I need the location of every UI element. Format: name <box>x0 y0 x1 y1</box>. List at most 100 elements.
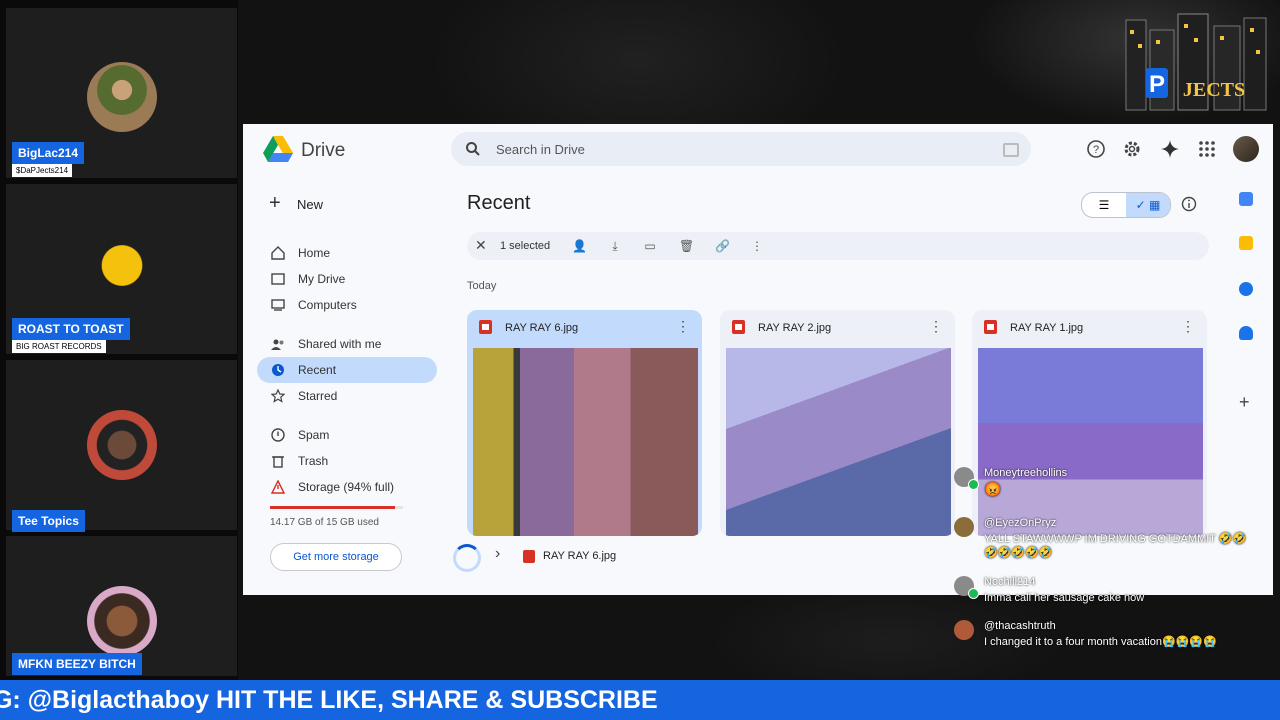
file-name: RAY RAY 6.jpg <box>505 322 579 334</box>
move-icon[interactable]: ▭ <box>643 239 657 253</box>
plus-icon: + <box>269 192 281 214</box>
selection-toolbar: ✕ 1 selected 👤 ⤓ ▭ 🗑 🔗 ⋮ <box>467 232 1209 260</box>
file-thumbnail <box>473 348 698 536</box>
computer-icon <box>271 299 285 311</box>
chevron-right-icon[interactable]: › <box>495 545 500 563</box>
keep-icon[interactable] <box>1239 236 1253 250</box>
calendar-icon[interactable] <box>1239 192 1253 206</box>
chat-text: YALL STAWWWWP IM DRIVING GOTDAMMIT 🤣🤣🤣🤣🤣… <box>984 533 1247 559</box>
search-input[interactable]: Search in Drive <box>496 142 585 157</box>
search-bar[interactable]: Search in Drive <box>451 132 1031 166</box>
guest-name: MFKN BEEZY BITCH <box>12 653 142 675</box>
image-file-icon <box>523 550 535 563</box>
clock-icon <box>272 364 284 376</box>
upload-status-row: › RAY RAY 6.jpg <box>453 542 753 572</box>
sidebar-item-storage[interactable]: Storage (94% full) <box>257 474 437 500</box>
sidebar-item-computers[interactable]: Computers <box>257 292 437 318</box>
apps-grid-icon[interactable] <box>1197 139 1217 159</box>
more-options-icon[interactable]: ⋮ <box>1181 318 1195 335</box>
sidebar-item-starred[interactable]: Starred <box>257 383 437 409</box>
chat-emoji: 😡 <box>984 481 1002 497</box>
sidebar-item-shared[interactable]: Shared with me <box>257 331 437 357</box>
sidebar-item-label: Recent <box>298 363 337 377</box>
platform-badge-icon <box>968 588 979 599</box>
svg-text:P: P <box>1149 71 1165 98</box>
list-view-icon[interactable]: ☰ <box>1082 193 1126 217</box>
drive-title: Drive <box>301 140 346 161</box>
bottom-ticker: IG: @Biglacthaboy HIT THE LIKE, SHARE & … <box>0 680 1280 720</box>
image-file-icon <box>479 320 492 334</box>
sidebar-item-label: Home <box>298 246 331 260</box>
section-label: Today <box>467 280 497 292</box>
guest-subtitle: $DaPJects214 <box>12 164 73 177</box>
file-name: RAY RAY 2.jpg <box>758 322 832 334</box>
account-avatar[interactable] <box>1233 136 1259 162</box>
chat-avatar <box>954 620 974 640</box>
chat-text: I changed it to a four month vacation😭😭😭… <box>984 636 1217 648</box>
add-addon-icon[interactable]: + <box>1239 392 1250 413</box>
emoji-avatar <box>86 234 157 304</box>
settings-gear-icon[interactable] <box>1122 139 1142 159</box>
avatar <box>86 62 157 132</box>
guest-panel: BigLac214 $DaPJects214 ROAST TO TOAST BI… <box>0 0 238 680</box>
chat-message: @thacashtruth I changed it to a four mon… <box>954 620 1254 652</box>
chat-username: @thacashtruth <box>984 620 1056 632</box>
sidebar-item-recent[interactable]: Recent <box>257 357 437 383</box>
storage-usage-text: 14.17 GB of 15 GB used <box>270 517 379 528</box>
my-drive-icon <box>271 273 285 285</box>
storage-quota-fill <box>270 506 396 509</box>
sidebar-item-trash[interactable]: Trash <box>257 448 437 474</box>
tasks-icon[interactable] <box>1239 282 1253 296</box>
help-icon[interactable]: ? <box>1086 139 1106 159</box>
sidebar-item-home[interactable]: Home <box>257 240 437 266</box>
delete-icon[interactable]: 🗑 <box>679 239 694 253</box>
share-icon[interactable]: 👤 <box>572 239 587 253</box>
more-options-icon[interactable]: ⋮ <box>929 318 943 335</box>
chat-username: @EyezOnPryz <box>984 517 1057 529</box>
chat-text: Imma call her sausage cake now <box>984 592 1145 604</box>
info-icon[interactable] <box>1181 196 1197 212</box>
chat-username: Moneytreehollins <box>984 467 1068 479</box>
sidebar-item-spam[interactable]: Spam <box>257 422 437 448</box>
guest-tile-1: BigLac214 $DaPJects214 <box>6 8 237 178</box>
sidebar-item-label: My Drive <box>298 272 346 286</box>
file-card[interactable]: RAY RAY 6.jpg ⋮ <box>467 310 702 536</box>
chat-message: Nochill214 Imma call her sausage cake no… <box>954 576 1254 608</box>
avatar <box>86 410 157 480</box>
guest-name: BigLac214 <box>12 142 85 164</box>
filter-icon[interactable] <box>1003 143 1019 157</box>
view-toggle[interactable]: ☰ ✓ ▦ <box>1081 192 1171 218</box>
selection-count: 1 selected <box>500 240 551 252</box>
new-button[interactable]: + New <box>263 189 333 219</box>
download-icon[interactable]: ⤓ <box>608 239 622 253</box>
drive-logo-icon <box>263 136 293 162</box>
new-button-label: New <box>297 197 324 212</box>
sidebar-item-label: Computers <box>298 298 357 312</box>
loading-spinner-icon <box>453 544 481 572</box>
more-actions-icon[interactable]: ⋮ <box>750 239 764 253</box>
sidebar-item-label: Spam <box>298 428 330 442</box>
gemini-sparkle-icon[interactable] <box>1160 139 1180 159</box>
warning-icon <box>271 480 285 494</box>
chat-username: Nochill214 <box>984 576 1036 588</box>
file-card[interactable]: RAY RAY 2.jpg ⋮ <box>720 310 955 536</box>
link-icon[interactable]: 🔗 <box>715 239 730 253</box>
close-selection-icon[interactable]: ✕ <box>475 237 487 254</box>
chat-message: Moneytreehollins 😡 <box>954 467 1254 507</box>
status-file-name: RAY RAY 6.jpg <box>543 550 617 562</box>
sidebar-item-my-drive[interactable]: My Drive <box>257 266 437 292</box>
sidebar-item-label: Storage (94% full) <box>298 480 395 494</box>
more-options-icon[interactable]: ⋮ <box>676 318 690 335</box>
ticker-text: IG: @Biglacthaboy HIT THE LIKE, SHARE & … <box>0 686 658 714</box>
guest-name: ROAST TO TOAST <box>12 318 130 340</box>
sidebar-item-label: Shared with me <box>298 337 382 351</box>
get-more-storage-button[interactable]: Get more storage <box>270 543 402 571</box>
guest-subtitle: BIG ROAST RECORDS <box>12 340 106 353</box>
grid-view-icon[interactable]: ✓ ▦ <box>1126 193 1170 217</box>
sidebar-item-label: Starred <box>298 389 338 403</box>
sidebar-item-label: Trash <box>298 454 329 468</box>
contacts-icon[interactable] <box>1239 326 1253 340</box>
chat-avatar <box>954 517 974 537</box>
guest-tile-4: MFKN BEEZY BITCH <box>6 536 237 676</box>
search-icon[interactable] <box>465 141 481 157</box>
